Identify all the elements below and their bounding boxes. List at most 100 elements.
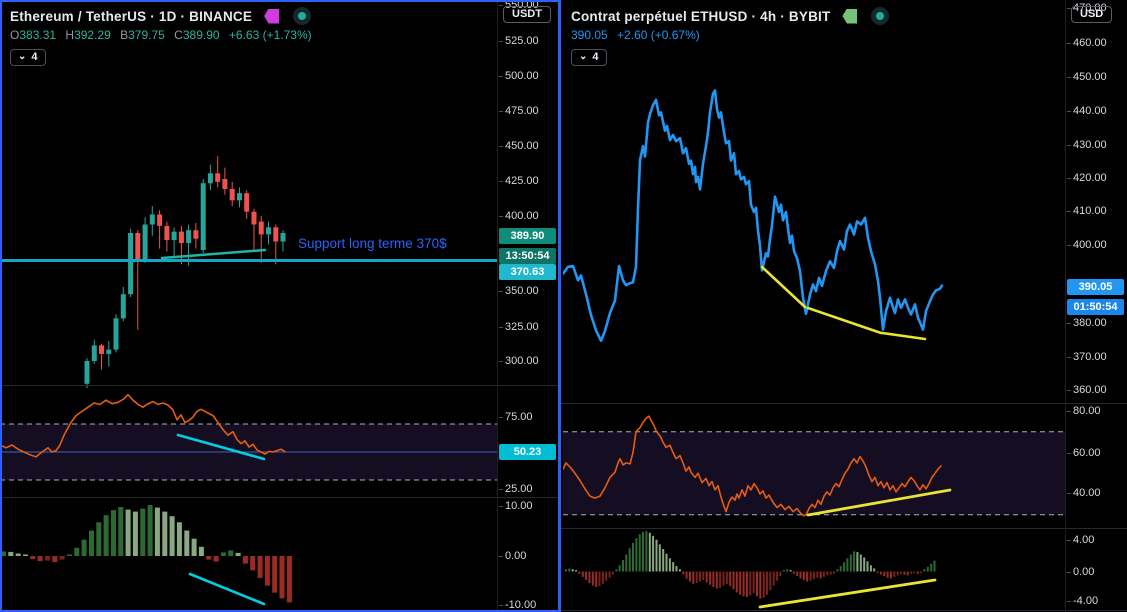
macd-bar xyxy=(877,572,879,574)
macd-bar xyxy=(790,570,792,572)
macd-bar xyxy=(843,562,845,571)
macd-bar xyxy=(917,572,919,574)
support-trendline[interactable] xyxy=(162,250,265,258)
axis-tick-label: 360.00 xyxy=(1073,384,1107,396)
pane-divider[interactable] xyxy=(561,610,1127,611)
flag-icon[interactable] xyxy=(842,9,857,24)
macd-bar xyxy=(645,531,647,571)
macd-bar xyxy=(753,572,755,594)
macd-bar xyxy=(184,531,189,557)
curved-support-segment-2[interactable] xyxy=(808,308,881,333)
macd-bar xyxy=(162,512,167,556)
candle-body xyxy=(237,193,242,200)
market-status-icon[interactable] xyxy=(293,7,311,25)
price-axis-left[interactable]: USDT 389.90 13:50:54 370.63 50.23 550.00… xyxy=(497,0,559,612)
price-axis-right[interactable]: USD 390.05 01:50:54 470.00460.00450.0044… xyxy=(1065,0,1127,612)
bar-countdown-badge: 01:50:54 xyxy=(1067,299,1124,315)
macd-bar xyxy=(609,572,611,578)
macd-bearish-trendline[interactable] xyxy=(190,574,264,604)
chart-separator[interactable] xyxy=(558,0,561,612)
left-macd-pane xyxy=(1,505,292,604)
macd-bar xyxy=(568,568,570,571)
curved-support-segment-3[interactable] xyxy=(882,333,925,339)
macd-bar xyxy=(67,555,72,557)
macd-bar xyxy=(96,522,101,556)
macd-bar xyxy=(214,556,219,562)
macd-bar xyxy=(602,572,604,584)
symbol-title[interactable]: Ethereum / TetherUS · 1D · BINANCE xyxy=(10,9,252,24)
macd-bar xyxy=(672,562,674,571)
macd-bar xyxy=(679,569,681,571)
macd-bar xyxy=(887,572,889,578)
right-rsi-pane xyxy=(563,416,1065,516)
support-level-badge[interactable]: 370.63 xyxy=(499,264,556,280)
macd-bar xyxy=(836,569,838,571)
macd-bar xyxy=(883,572,885,577)
macd-bar xyxy=(236,553,241,556)
candle-body xyxy=(208,173,213,183)
change-value: +2.60 (+0.67%) xyxy=(617,28,700,42)
last-price-badge[interactable]: 389.90 xyxy=(499,228,556,244)
chart-panel-left[interactable]: Support long terme 370$ USDT 389.90 13:5… xyxy=(0,0,561,612)
macd-bar xyxy=(907,572,909,576)
visible-charts-button[interactable]: ⌄ 4 xyxy=(10,49,46,66)
macd-bar xyxy=(612,572,614,575)
candle-body xyxy=(106,350,111,354)
macd-bar xyxy=(272,556,277,593)
market-status-icon[interactable] xyxy=(871,7,889,25)
currency-toggle-button[interactable]: USD xyxy=(1071,6,1112,23)
macd-bar xyxy=(118,507,123,556)
macd-bar xyxy=(699,572,701,582)
symbol-title[interactable]: Contrat perpétuel ETHUSD · 4h · BYBIT xyxy=(571,9,830,24)
curved-support-segment-1[interactable] xyxy=(762,267,805,307)
macd-bar xyxy=(840,566,842,571)
support-annotation-text[interactable]: Support long terme 370$ xyxy=(298,236,447,251)
macd-bar xyxy=(900,572,902,574)
candle-body xyxy=(230,189,235,200)
axis-tick-label: 80.00 xyxy=(1073,405,1101,417)
active-chart-border-top xyxy=(0,0,561,2)
left-chart-header: Ethereum / TetherUS · 1D · BINANCE O383.… xyxy=(10,7,312,66)
last-price-badge[interactable]: 390.05 xyxy=(1067,279,1124,295)
currency-toggle-button[interactable]: USDT xyxy=(503,6,551,23)
candle-body xyxy=(99,345,104,354)
pane-divider[interactable] xyxy=(0,497,561,498)
candle-body xyxy=(157,215,162,226)
visible-charts-button[interactable]: ⌄ 4 xyxy=(571,49,607,66)
pane-divider[interactable] xyxy=(561,403,1127,404)
macd-bar xyxy=(850,555,852,572)
macd-bar xyxy=(45,556,50,561)
candle-body xyxy=(172,232,177,241)
axis-tick-label: 75.00 xyxy=(505,411,533,423)
left-chart-canvas[interactable] xyxy=(0,0,497,612)
macd-bar xyxy=(923,569,925,571)
chevron-down-icon: ⌄ xyxy=(579,53,587,61)
axis-tick-label: 370.00 xyxy=(1073,351,1107,363)
macd-bar xyxy=(104,515,109,556)
axis-tick-label: 40.00 xyxy=(1073,487,1101,499)
macd-bar xyxy=(662,549,664,572)
chart-panel-right[interactable]: USD 390.05 01:50:54 470.00460.00450.0044… xyxy=(561,0,1127,612)
macd-bar xyxy=(860,555,862,572)
macd-bar xyxy=(867,561,869,571)
macd-bar xyxy=(280,556,285,598)
macd-bar xyxy=(810,572,812,581)
candle-body xyxy=(273,227,278,241)
pane-divider[interactable] xyxy=(0,385,561,386)
macd-bullish-trendline[interactable] xyxy=(760,580,935,607)
right-chart-header: Contrat perpétuel ETHUSD · 4h · BYBIT 39… xyxy=(571,7,889,66)
macd-bar xyxy=(873,568,875,571)
macd-bar xyxy=(89,531,94,557)
pane-divider[interactable] xyxy=(561,528,1127,529)
macd-bar xyxy=(686,572,688,579)
macd-bar xyxy=(639,534,641,571)
flag-icon[interactable] xyxy=(264,9,279,24)
macd-bar xyxy=(588,572,590,584)
right-chart-canvas[interactable] xyxy=(563,0,1065,612)
candle-body xyxy=(164,226,169,240)
rsi-band xyxy=(563,432,1065,515)
right-macd-pane xyxy=(565,531,936,607)
macd-bar xyxy=(796,572,798,577)
axis-tick-label: 400.00 xyxy=(505,210,539,222)
macd-bar xyxy=(783,570,785,572)
